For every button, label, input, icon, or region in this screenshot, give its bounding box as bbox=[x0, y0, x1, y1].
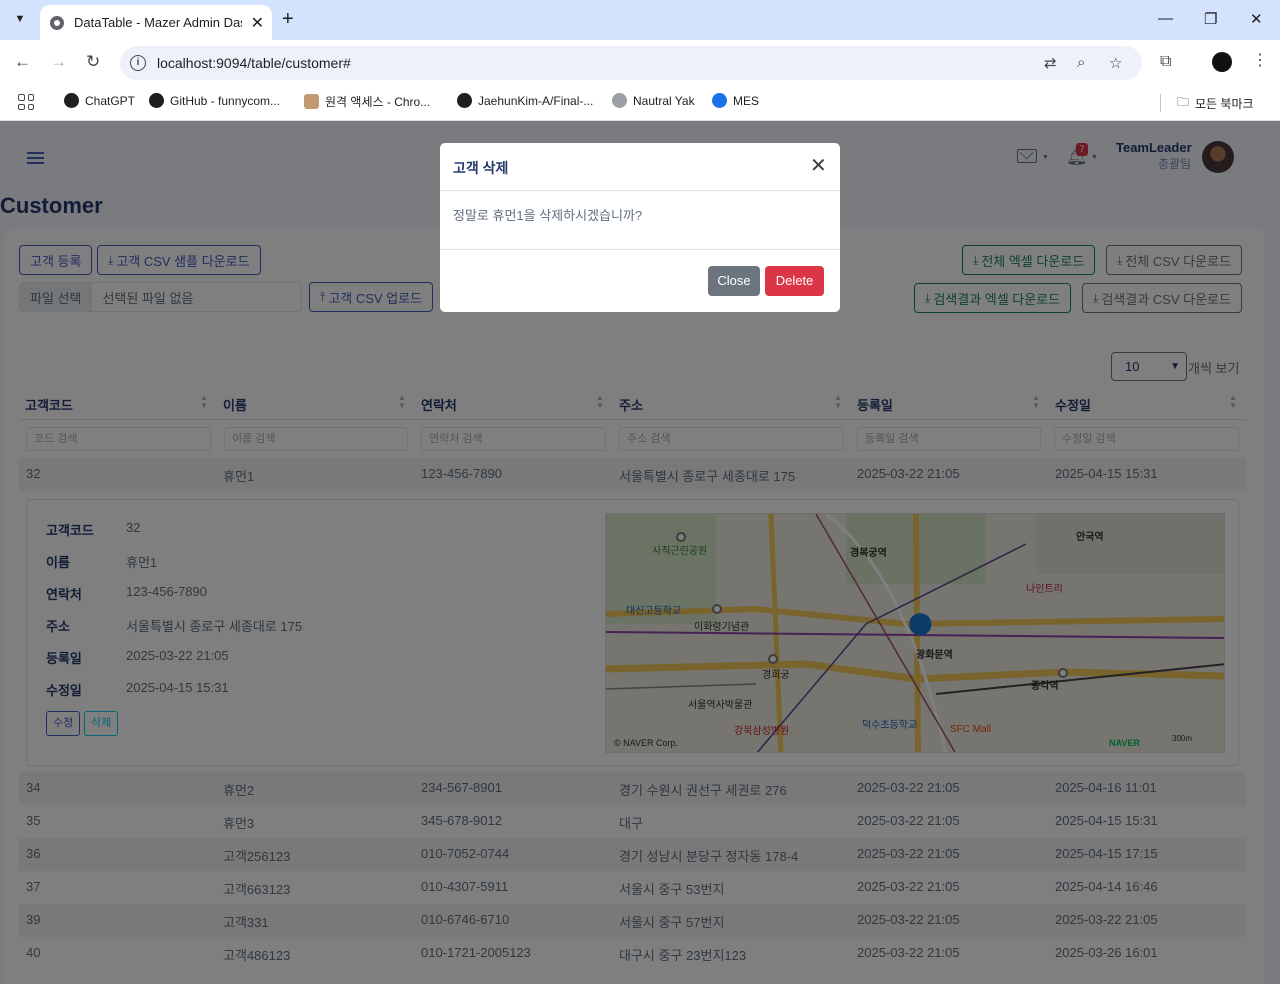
bookmark-star-icon[interactable]: ☆ bbox=[1109, 54, 1122, 72]
modal-divider bbox=[440, 190, 840, 191]
close-button[interactable]: Close bbox=[708, 266, 760, 296]
folder-icon: 🗀 bbox=[1177, 95, 1190, 109]
remote-desktop-icon bbox=[304, 94, 319, 109]
forward-icon[interactable]: → bbox=[50, 52, 67, 72]
address-bar: ← → ↻ i localhost:9094/table/customer# ⇄… bbox=[0, 40, 1280, 86]
confirm-delete-button[interactable]: Delete bbox=[765, 266, 824, 296]
delete-customer-modal: 고객 삭제 ✕ 정말로 휴먼1을 삭제하시겠습니까? Close Delete bbox=[440, 143, 840, 312]
apps-grid-icon[interactable] bbox=[18, 94, 34, 110]
browser-tab-strip: ▼ DataTable - Mazer Admin Dashboard ✕ + … bbox=[0, 0, 1280, 40]
bookmark-mes[interactable]: MES bbox=[712, 93, 759, 108]
new-tab-icon[interactable]: + bbox=[282, 8, 294, 31]
profile-avatar[interactable] bbox=[1212, 52, 1232, 72]
modal-divider bbox=[440, 249, 840, 250]
github-icon bbox=[149, 93, 164, 108]
bookmark-remote[interactable]: 원격 액세스 - Chro... bbox=[304, 93, 430, 110]
site-info-icon[interactable]: i bbox=[130, 55, 146, 71]
window-close-icon[interactable]: ✕ bbox=[1250, 10, 1263, 28]
globe-icon bbox=[50, 15, 64, 30]
bookmark-nautral[interactable]: Nautral Yak bbox=[612, 93, 695, 108]
bookmark-github[interactable]: GitHub - funnycom... bbox=[149, 93, 280, 108]
all-bookmarks[interactable]: 🗀 모든 북마크 bbox=[1177, 93, 1254, 114]
chatgpt-icon bbox=[64, 93, 79, 108]
minimize-icon[interactable]: — bbox=[1158, 10, 1173, 27]
bookmarks-bar: ChatGPT GitHub - funnycom... 원격 액세스 - Ch… bbox=[0, 86, 1280, 121]
modal-title: 고객 삭제 bbox=[453, 160, 509, 176]
tab-title: DataTable - Mazer Admin Dashboard bbox=[74, 15, 242, 30]
modal-message: 정말로 휴먼1을 삭제하시겠습니까? bbox=[453, 208, 643, 223]
browser-menu-icon[interactable]: ⋮ bbox=[1252, 50, 1268, 70]
extensions-icon[interactable]: ⧉ bbox=[1160, 53, 1171, 71]
restore-icon[interactable]: ❐ bbox=[1204, 10, 1217, 28]
url-text: localhost:9094/table/customer# bbox=[157, 55, 351, 71]
close-tab-icon[interactable]: ✕ bbox=[251, 13, 264, 33]
github-icon bbox=[457, 93, 472, 108]
translate-icon[interactable]: ⇄ bbox=[1044, 54, 1057, 72]
globe-icon bbox=[612, 93, 627, 108]
zoom-icon[interactable]: ⌕ bbox=[1077, 54, 1085, 71]
tab-search-icon[interactable]: ▼ bbox=[8, 7, 32, 31]
bookmark-jaehun[interactable]: JaehunKim-A/Final-... bbox=[457, 93, 593, 108]
url-field[interactable]: i localhost:9094/table/customer# ⇄ ⌕ ☆ bbox=[120, 46, 1142, 80]
reload-icon[interactable]: ↻ bbox=[86, 52, 100, 72]
bookmark-chatgpt[interactable]: ChatGPT bbox=[64, 93, 135, 108]
modal-close-icon[interactable]: ✕ bbox=[810, 156, 827, 176]
browser-tab[interactable]: DataTable - Mazer Admin Dashboard ✕ bbox=[40, 5, 272, 40]
back-icon[interactable]: ← bbox=[14, 52, 31, 72]
person-icon bbox=[712, 93, 727, 108]
bookmark-divider bbox=[1160, 94, 1161, 112]
